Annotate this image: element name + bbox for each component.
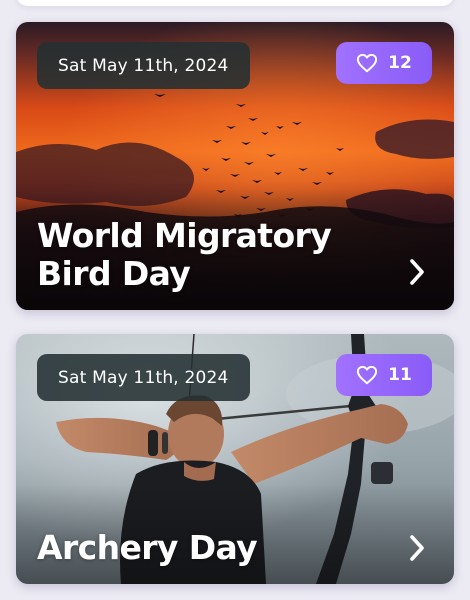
- like-count: 11: [388, 365, 412, 385]
- like-button[interactable]: 11: [336, 354, 432, 396]
- heart-icon: [357, 53, 378, 73]
- like-button[interactable]: 12: [336, 42, 432, 84]
- event-title: World Migratory Bird Day: [37, 216, 332, 293]
- heart-icon: [357, 365, 378, 385]
- chevron-right-icon[interactable]: [408, 258, 426, 286]
- event-card-archery-day[interactable]: Sat May 11th, 2024 11 Archery Day: [16, 334, 454, 584]
- event-title: Archery Day: [37, 528, 258, 567]
- event-date-badge: Sat May 11th, 2024: [37, 42, 250, 89]
- event-card-world-migratory-bird-day[interactable]: Sat May 11th, 2024 12 World Migratory Bi…: [16, 22, 454, 310]
- chevron-right-icon[interactable]: [408, 534, 426, 562]
- like-count: 12: [388, 53, 412, 73]
- previous-card-edge: [16, 0, 454, 6]
- event-date-badge: Sat May 11th, 2024: [37, 354, 250, 401]
